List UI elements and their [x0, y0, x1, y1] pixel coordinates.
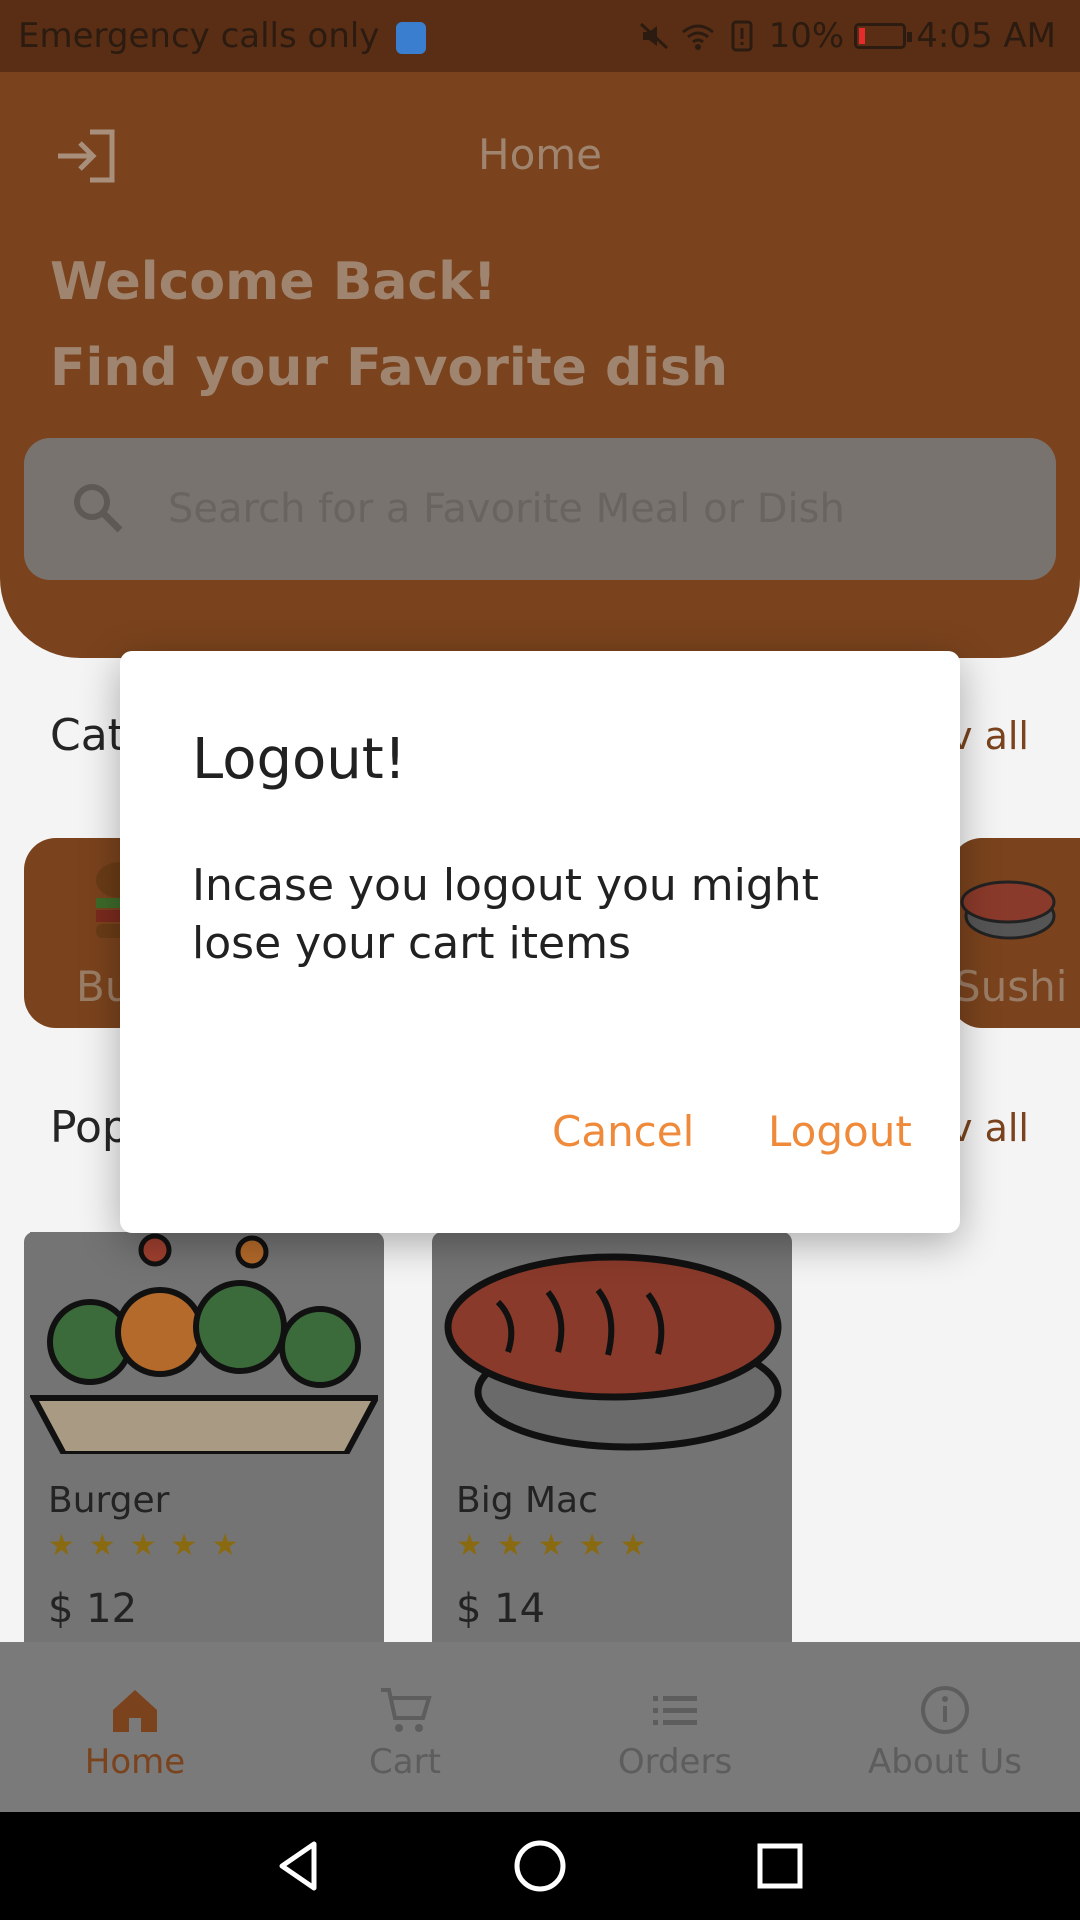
rating-stars: ★★★★★ — [456, 1528, 661, 1563]
page-title: Home — [477, 130, 603, 179]
sushi-image — [438, 1232, 786, 1454]
food-price: $ 12 — [48, 1586, 138, 1632]
dialog-title: Logout! — [192, 727, 407, 792]
recents-icon[interactable] — [750, 1836, 810, 1896]
salad-image — [30, 1232, 378, 1454]
status-left: Emergency calls only — [18, 16, 427, 56]
search-icon — [74, 484, 123, 533]
clock: 4:05 AM — [916, 16, 1056, 56]
categories-title: Cat — [50, 710, 125, 761]
category-card-sushi[interactable]: Sushi — [950, 838, 1080, 1028]
nav-cart[interactable]: Cart — [270, 1682, 540, 1782]
popular-view-all[interactable]: v all — [950, 1106, 1029, 1150]
home-circle-icon[interactable] — [510, 1836, 570, 1896]
category-label-sushi: Sushi — [954, 962, 1068, 1011]
food-name: Big Mac — [456, 1480, 598, 1521]
food-name: Burger — [48, 1480, 170, 1521]
nav-label-home: Home — [84, 1742, 186, 1782]
cart-icon — [381, 1688, 432, 1732]
back-icon[interactable] — [270, 1836, 330, 1896]
categories-view-all[interactable]: v all — [950, 714, 1029, 758]
status-bar: Emergency calls only 10% 4:05 AM — [0, 0, 1080, 72]
nav-about[interactable]: About Us — [810, 1682, 1080, 1782]
food-card-big-mac[interactable]: Big Mac ★★★★★ $ 14 — [432, 1232, 792, 1652]
search-placeholder: Search for a Favorite Meal or Dish — [168, 486, 845, 532]
nav-label-about: About Us — [868, 1742, 1022, 1782]
bottom-navigation: Home Cart Orders About Us — [0, 1642, 1080, 1812]
system-navigation-bar — [0, 1812, 1080, 1920]
info-icon — [921, 1686, 969, 1734]
logout-dialog: Logout! Incase you logout you might lose… — [120, 651, 960, 1233]
cancel-button[interactable]: Cancel — [552, 1107, 694, 1156]
home-header: Home Welcome Back! Find your Favorite di… — [0, 72, 1080, 658]
food-price: $ 14 — [456, 1586, 546, 1632]
sim-alert-icon — [731, 20, 753, 52]
mute-icon — [639, 22, 668, 50]
carrier-text: Emergency calls only — [18, 16, 380, 56]
status-right: 10% 4:05 AM — [637, 16, 1056, 56]
logout-button[interactable]: Logout — [768, 1107, 912, 1156]
popular-title: Pop — [50, 1102, 130, 1153]
sushi-icon — [960, 880, 1056, 940]
battery-icon — [854, 23, 913, 49]
wifi-icon — [681, 24, 714, 50]
search-input[interactable]: Search for a Favorite Meal or Dish — [24, 438, 1056, 580]
battery-percent: 10% — [768, 16, 845, 56]
orders-icon — [653, 1696, 697, 1725]
home-icon — [113, 1690, 157, 1732]
rating-stars: ★★★★★ — [48, 1528, 253, 1563]
subtitle-text: Find your Favorite dish — [50, 338, 728, 398]
shield-icon — [396, 21, 427, 54]
nav-orders[interactable]: Orders — [540, 1682, 810, 1782]
nav-label-orders: Orders — [617, 1742, 733, 1782]
food-card-burger[interactable]: Burger ★★★★★ $ 12 — [24, 1232, 384, 1652]
nav-home[interactable]: Home — [0, 1682, 270, 1782]
welcome-text: Welcome Back! — [50, 252, 497, 312]
nav-label-cart: Cart — [369, 1742, 441, 1782]
dialog-message: Incase you logout you might lose your ca… — [192, 860, 819, 969]
